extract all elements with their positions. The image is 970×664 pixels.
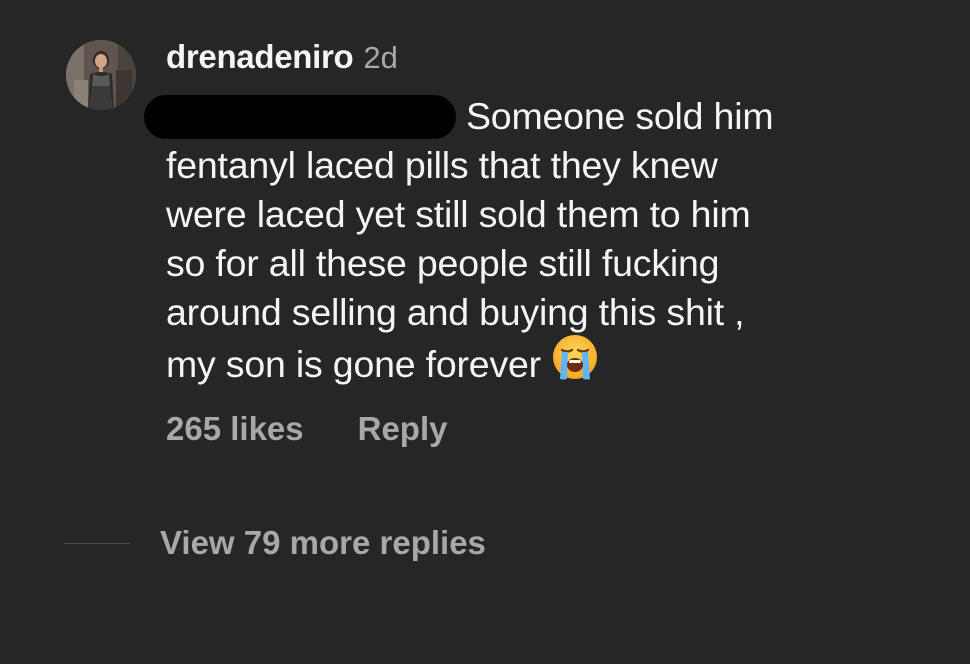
comment-item: drenadeniro 2d Someone sold him fentanyl… [0,0,970,664]
view-replies-row[interactable]: View 79 more replies [64,524,486,562]
view-more-replies-button[interactable]: View 79 more replies [160,524,486,562]
avatar[interactable] [66,40,136,110]
replies-divider [64,542,130,544]
timestamp: 2d [363,40,398,75]
redaction-mark [144,95,456,140]
comment-line-text: Someone sold him [466,95,774,137]
comment-line: my son is gone forever [166,335,956,386]
username-link[interactable]: drenadeniro [166,38,354,76]
reply-button[interactable]: Reply [358,410,448,448]
comment-line: were laced yet still sold them to him [166,193,751,235]
comment-header: drenadeniro 2d [166,38,398,78]
comment-line: so for all these people still fucking [166,242,720,284]
comment-line: around selling and buying this shit , [166,291,745,333]
comment-text: Someone sold him fentanyl laced pills th… [144,92,956,386]
comment-actions: 265 likes Reply [166,410,448,448]
profile-photo-icon [66,40,136,110]
loudly-crying-face-icon [551,333,599,393]
comment-line: fentanyl laced pills that they knew [166,144,718,186]
comment-line: Someone sold him [144,92,956,141]
comment-line-text: my son is gone forever [166,342,541,385]
likes-count[interactable]: 265 likes [166,410,304,448]
